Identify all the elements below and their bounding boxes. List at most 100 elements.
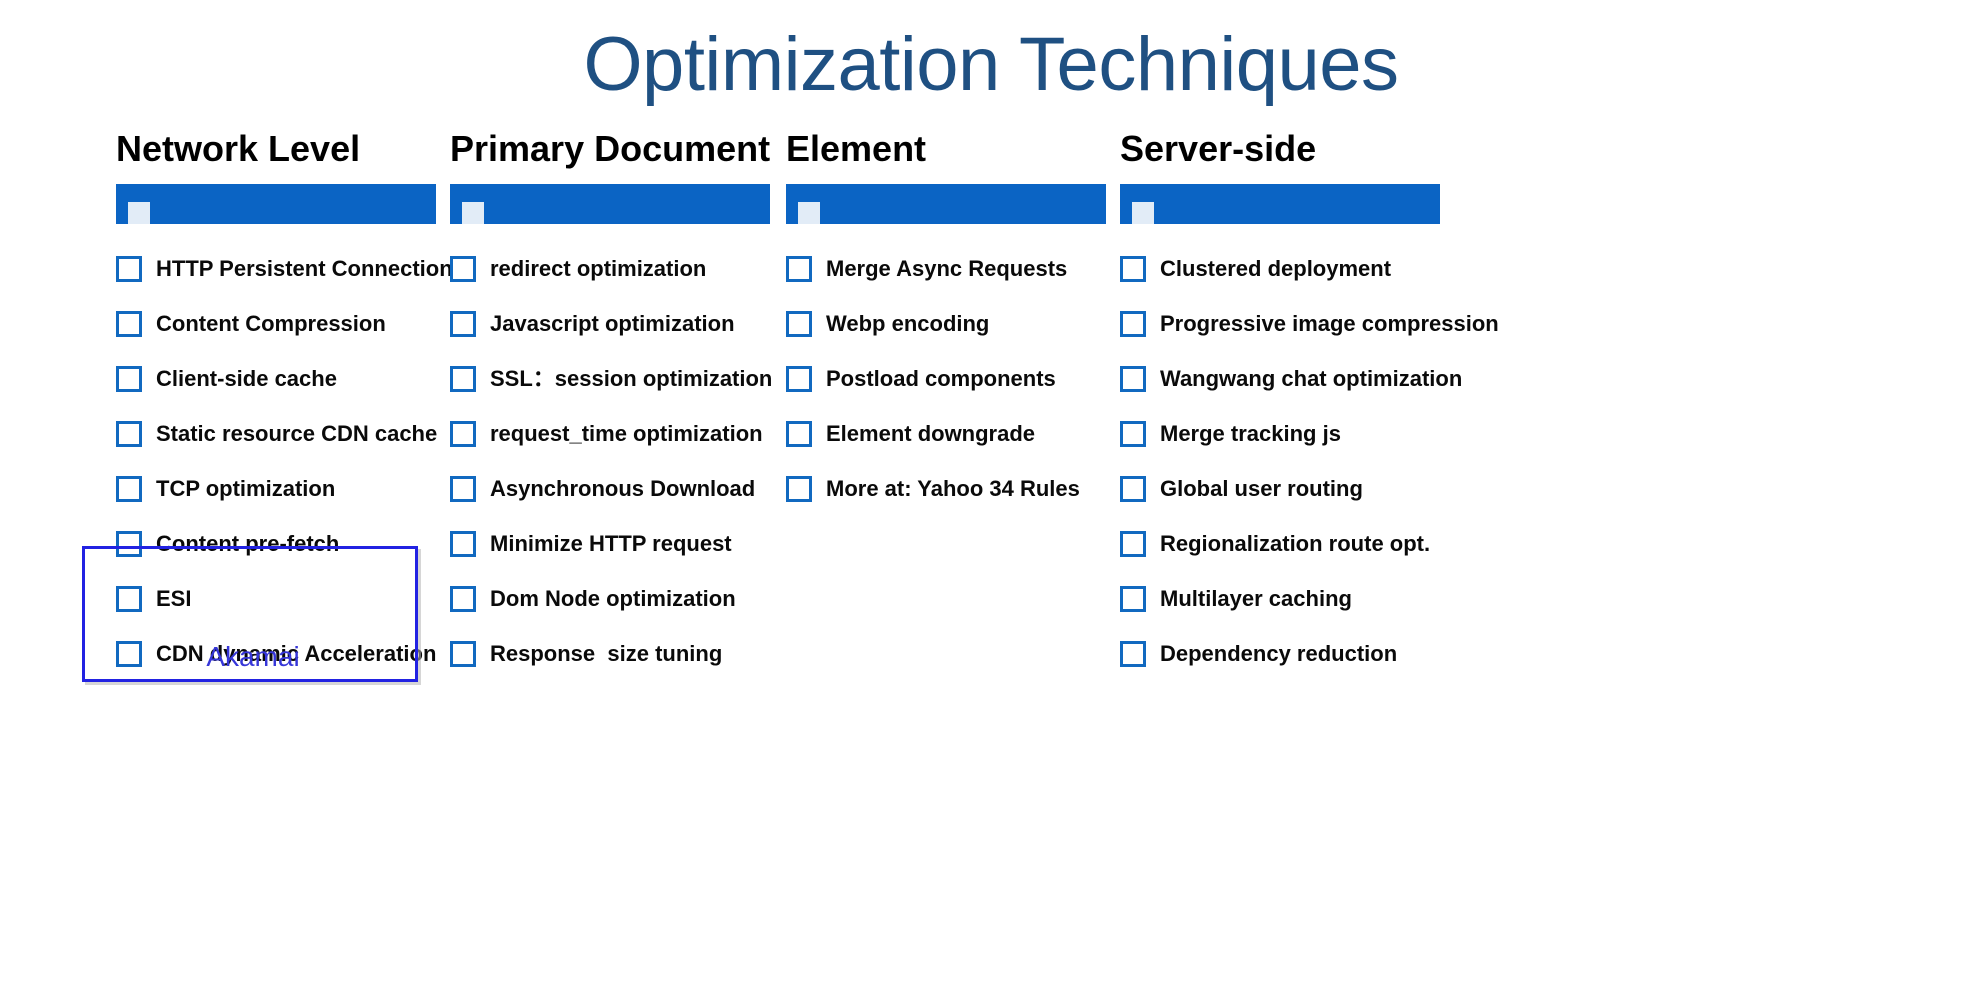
list-item-label: Dependency reduction	[1160, 641, 1398, 666]
column-accent-bar	[786, 184, 1106, 224]
bar-chip-icon	[1132, 202, 1154, 224]
checkbox-icon[interactable]	[450, 256, 476, 282]
list-item[interactable]: Merge tracking js	[1120, 419, 1440, 449]
list-item[interactable]: Response size tuning	[450, 639, 770, 669]
list-item-label: SSL：session optimization	[490, 366, 773, 391]
checkbox-icon[interactable]	[786, 256, 812, 282]
list-item[interactable]: Regionalization route opt.	[1120, 529, 1440, 559]
list-item-label: Merge Async Requests	[826, 256, 1068, 281]
checkbox-icon[interactable]	[450, 531, 476, 557]
column-accent-bar	[1120, 184, 1440, 224]
akamai-label: Akamai	[206, 641, 300, 672]
bar-chip-icon	[462, 202, 484, 224]
akamai-highlight-box: Akamai	[82, 546, 418, 682]
list-item-label: Dom Node optimization	[490, 586, 736, 611]
list-item-label: HTTP Persistent Connection	[156, 256, 453, 281]
checklist: Merge Async Requests Webp encoding Postl…	[786, 254, 1106, 504]
bar-chip-icon	[128, 202, 150, 224]
checkbox-icon[interactable]	[1120, 586, 1146, 612]
list-item[interactable]: Wangwang chat optimization	[1120, 364, 1462, 394]
list-item[interactable]: redirect optimization	[450, 254, 770, 284]
list-item[interactable]: HTTP Persistent Connection	[116, 254, 453, 284]
column-server-side: Server-side Clustered deployment Progres…	[1120, 128, 1499, 694]
checkbox-icon[interactable]	[450, 421, 476, 447]
checkbox-icon[interactable]	[786, 476, 812, 502]
list-item[interactable]: Dom Node optimization	[450, 584, 770, 614]
list-item-label: Javascript optimization	[490, 311, 735, 336]
column-header: Server-side	[1120, 128, 1317, 169]
list-item-label: Element downgrade	[826, 421, 1036, 446]
checkbox-icon[interactable]	[450, 311, 476, 337]
list-item[interactable]: Clustered deployment	[1120, 254, 1440, 284]
list-item-label: Wangwang chat optimization	[1160, 366, 1463, 391]
list-item-label: Asynchronous Download	[490, 476, 756, 501]
list-item-label: redirect optimization	[490, 256, 707, 281]
list-item-label: Multilayer caching	[1160, 586, 1352, 611]
slide-canvas: Optimization Techniques Network Level HT…	[0, 0, 1982, 986]
list-item-label: Regionalization route opt.	[1160, 531, 1431, 556]
checkbox-icon[interactable]	[116, 476, 142, 502]
checkbox-icon[interactable]	[1120, 311, 1146, 337]
list-item[interactable]: SSL：session optimization	[450, 364, 773, 394]
list-item[interactable]: Minimize HTTP request	[450, 529, 770, 559]
list-item[interactable]: Javascript optimization	[450, 309, 770, 339]
column-primary-document: Primary Document redirect optimization J…	[450, 128, 773, 694]
column-header: Network Level	[116, 128, 361, 169]
checkbox-icon[interactable]	[116, 256, 142, 282]
checkbox-icon[interactable]	[786, 366, 812, 392]
checkbox-icon[interactable]	[450, 476, 476, 502]
list-item-label: Webp encoding	[826, 311, 990, 336]
list-item[interactable]: Webp encoding	[786, 309, 1106, 339]
checklist: redirect optimization Javascript optimiz…	[450, 254, 773, 669]
list-item[interactable]: Asynchronous Download	[450, 474, 770, 504]
column-element: Element Merge Async Requests Webp encodi…	[786, 128, 1106, 529]
checklist: Clustered deployment Progressive image c…	[1120, 254, 1499, 669]
checkbox-icon[interactable]	[1120, 366, 1146, 392]
list-item-label: Content Compression	[156, 311, 386, 336]
checkbox-icon[interactable]	[116, 311, 142, 337]
checkbox-icon[interactable]	[450, 366, 476, 392]
checkbox-icon[interactable]	[1120, 531, 1146, 557]
list-item[interactable]: Client-side cache	[116, 364, 436, 394]
list-item-label: Merge tracking js	[1160, 421, 1341, 446]
bar-chip-icon	[798, 202, 820, 224]
column-accent-bar	[450, 184, 770, 224]
list-item-label: TCP optimization	[156, 476, 336, 501]
checkbox-icon[interactable]	[1120, 256, 1146, 282]
column-accent-bar	[116, 184, 436, 224]
list-item-label: Response size tuning	[490, 641, 723, 666]
checkbox-icon[interactable]	[1120, 421, 1146, 447]
list-item[interactable]: Element downgrade	[786, 419, 1106, 449]
list-item[interactable]: Dependency reduction	[1120, 639, 1440, 669]
list-item[interactable]: TCP optimization	[116, 474, 436, 504]
column-header: Element	[786, 128, 927, 169]
page-title: Optimization Techniques	[583, 22, 1399, 107]
checkbox-icon[interactable]	[450, 641, 476, 667]
list-item[interactable]: Static resource CDN cache	[116, 419, 438, 449]
list-item-label: More at: Yahoo 34 Rules	[826, 476, 1080, 501]
list-item-label: Clustered deployment	[1160, 256, 1392, 281]
checkbox-icon[interactable]	[116, 421, 142, 447]
list-item[interactable]: Postload components	[786, 364, 1106, 394]
checkbox-icon[interactable]	[116, 366, 142, 392]
list-item[interactable]: Global user routing	[1120, 474, 1440, 504]
list-item[interactable]: Merge Async Requests	[786, 254, 1106, 284]
checkbox-icon[interactable]	[1120, 476, 1146, 502]
list-item[interactable]: Progressive image compression	[1120, 309, 1499, 339]
list-item[interactable]: request_time optimization	[450, 419, 770, 449]
list-item-label: Progressive image compression	[1160, 311, 1499, 336]
column-header: Primary Document	[450, 128, 771, 169]
checkbox-icon[interactable]	[450, 586, 476, 612]
list-item-label: Minimize HTTP request	[490, 531, 732, 556]
checkbox-icon[interactable]	[786, 311, 812, 337]
list-item-label: Postload components	[826, 366, 1056, 391]
list-item-label: Global user routing	[1160, 476, 1363, 501]
list-item-label: Client-side cache	[156, 366, 337, 391]
list-item[interactable]: Multilayer caching	[1120, 584, 1440, 614]
list-item[interactable]: Content Compression	[116, 309, 436, 339]
list-item-label: request_time optimization	[490, 421, 763, 446]
checkbox-icon[interactable]	[786, 421, 812, 447]
list-item[interactable]: More at: Yahoo 34 Rules	[786, 474, 1106, 504]
checkbox-icon[interactable]	[1120, 641, 1146, 667]
list-item-label: Static resource CDN cache	[156, 421, 438, 446]
